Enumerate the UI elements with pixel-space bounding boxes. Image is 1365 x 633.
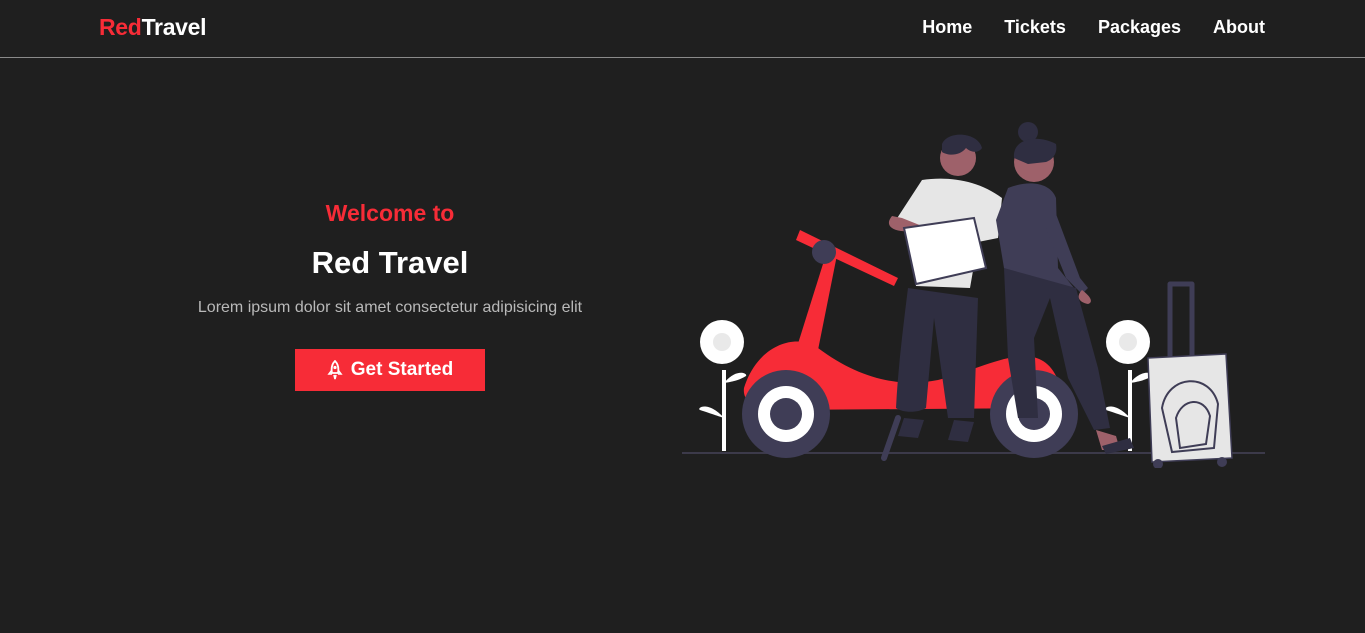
brand-logo[interactable]: RedTravel xyxy=(99,14,207,41)
flower-left-illustration xyxy=(699,320,747,451)
hero-section: Welcome to Red Travel Lorem ipsum dolor … xyxy=(170,200,610,391)
nav-links: Home Tickets Packages About xyxy=(922,17,1265,38)
suitcase-illustration xyxy=(1147,281,1233,468)
nav-link-about[interactable]: About xyxy=(1213,17,1265,38)
travel-illustration xyxy=(682,122,1265,468)
rocket-icon xyxy=(327,360,343,380)
brand-logo-red: Red xyxy=(99,14,142,40)
hero-title: Red Travel xyxy=(311,245,469,280)
nav-link-tickets[interactable]: Tickets xyxy=(1004,17,1066,38)
nav-link-home[interactable]: Home xyxy=(922,17,972,38)
hero-subtitle: Lorem ipsum dolor sit amet consectetur a… xyxy=(197,299,583,316)
get-started-label: Get Started xyxy=(350,359,454,380)
nav-link-packages[interactable]: Packages xyxy=(1098,17,1181,38)
hero-welcome: Welcome to xyxy=(325,200,455,226)
brand-logo-white: Travel xyxy=(141,14,207,40)
navbar: RedTravel Home Tickets Packages About xyxy=(0,0,1365,58)
get-started-button[interactable]: Get Started xyxy=(294,349,486,391)
flower-right-illustration xyxy=(1105,320,1153,451)
